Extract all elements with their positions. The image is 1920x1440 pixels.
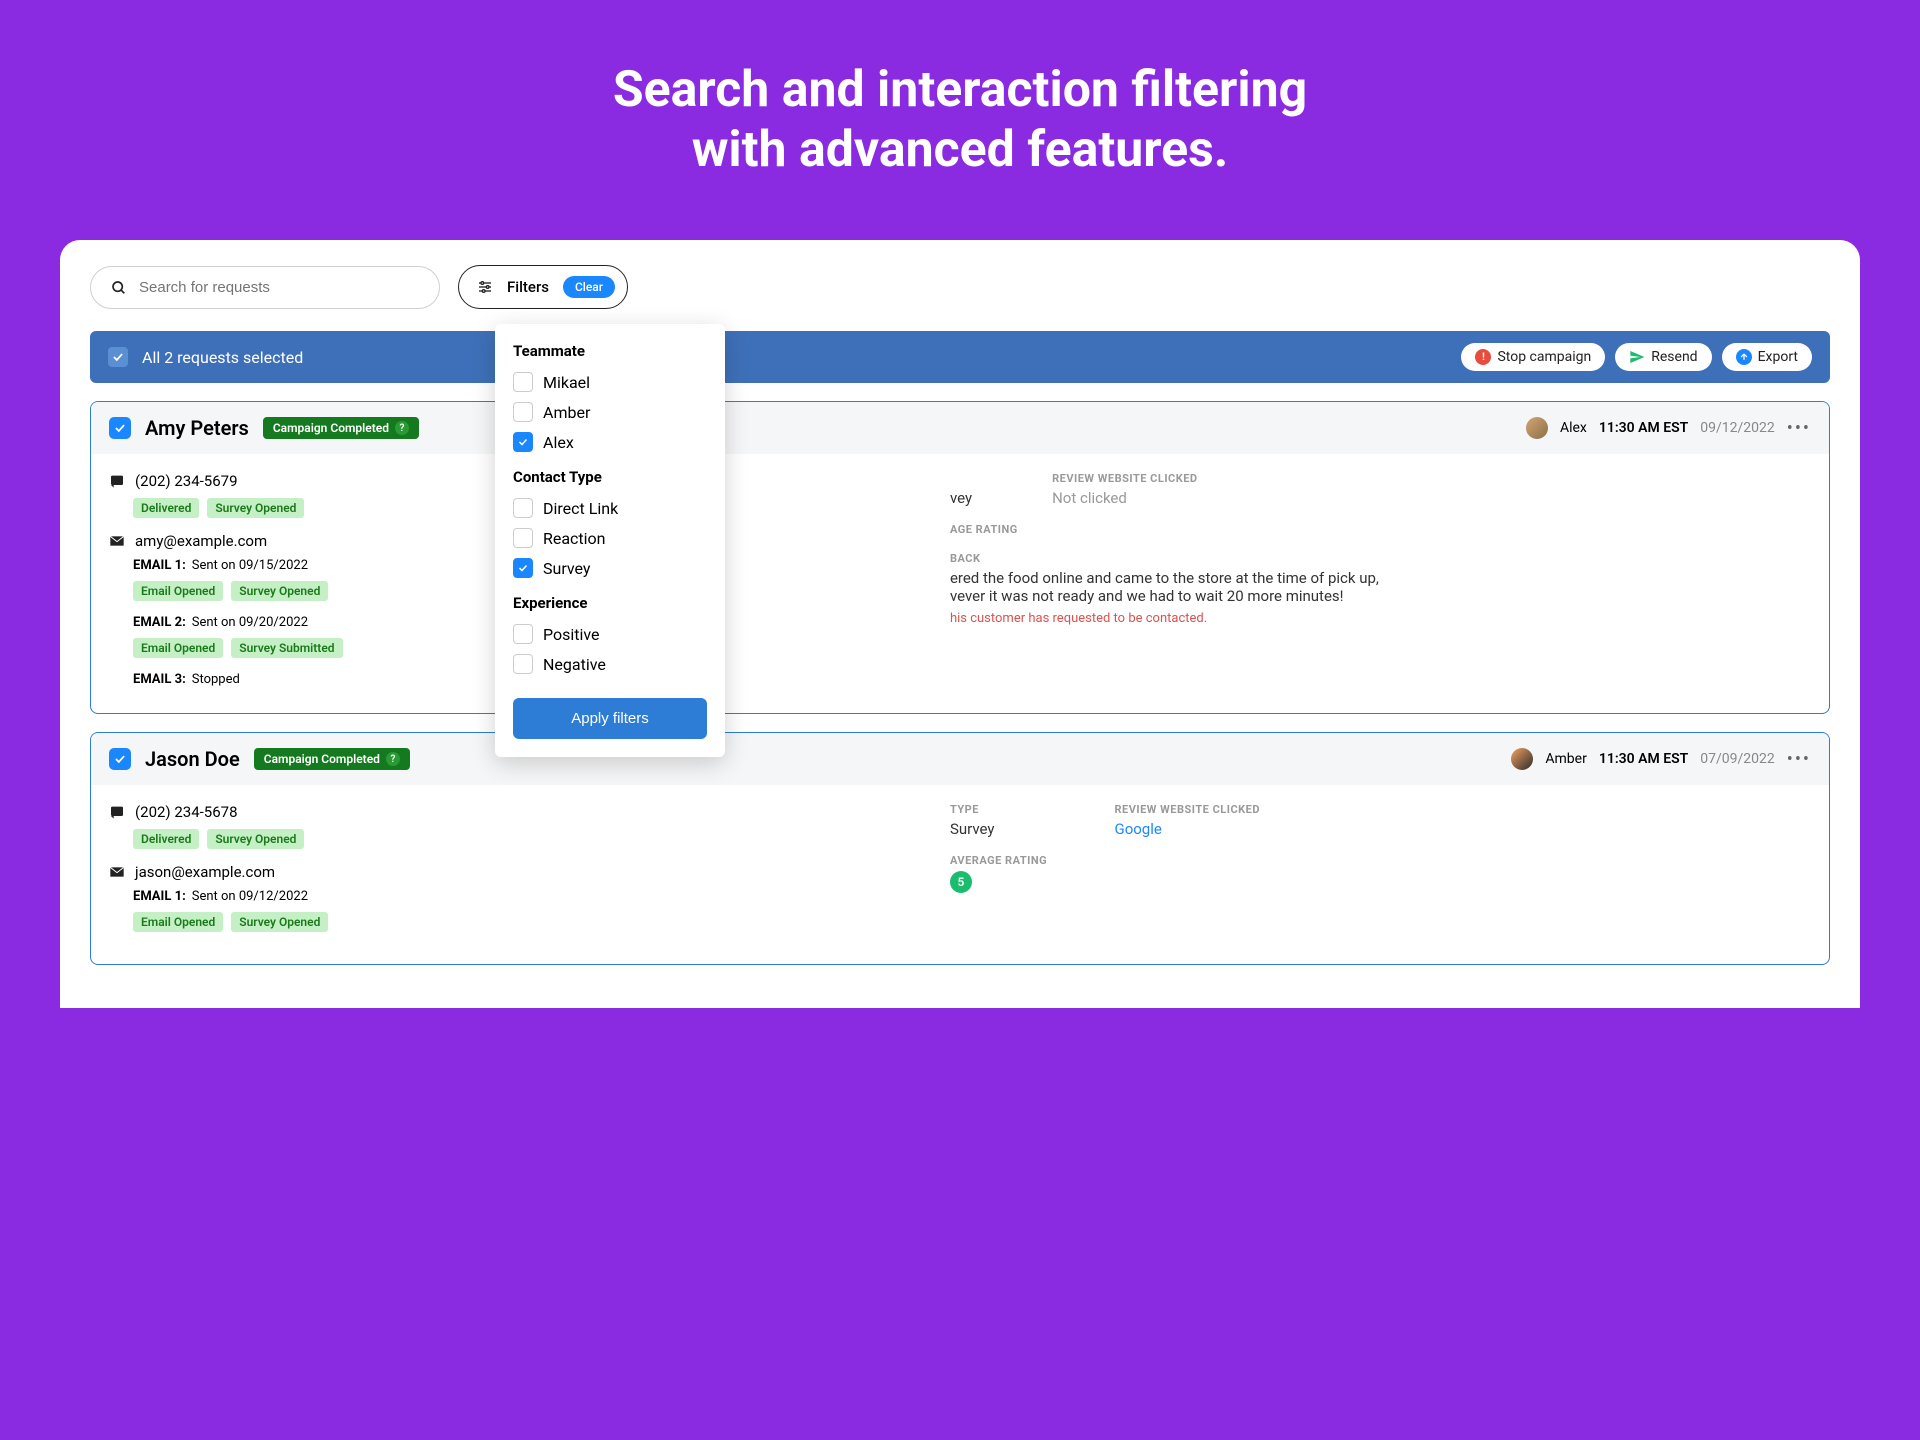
checkbox-icon	[513, 372, 533, 392]
filter-option[interactable]: Positive	[513, 624, 707, 644]
stop-campaign-button[interactable]: ! Stop campaign	[1461, 343, 1605, 371]
filter-group-title: Experience	[513, 594, 707, 612]
filter-option[interactable]: Amber	[513, 402, 707, 422]
contact-warning: his customer has requested to be contact…	[950, 611, 1811, 626]
checkbox-icon	[513, 402, 533, 422]
status-tag: Survey Opened	[231, 912, 328, 932]
field-label: AGE RATING	[950, 523, 1811, 536]
agent-name: Alex	[1560, 420, 1587, 436]
card-more-button[interactable]: •••	[1787, 749, 1811, 770]
select-all-checkbox[interactable]	[108, 347, 128, 367]
type-value: vey	[950, 489, 972, 507]
card-date: 07/09/2022	[1700, 751, 1775, 767]
status-tag: Delivered	[133, 498, 199, 518]
filter-option[interactable]: Negative	[513, 654, 707, 674]
review-value: Not clicked	[1052, 489, 1197, 507]
field-label: BACK	[950, 552, 1811, 565]
filter-option[interactable]: Direct Link	[513, 498, 707, 518]
agent-avatar	[1511, 748, 1533, 770]
rating-badge: 5	[950, 871, 972, 893]
sliders-icon	[477, 279, 493, 295]
agent-name: Amber	[1545, 751, 1586, 767]
email-log-row: EMAIL 1:Sent on 09/12/2022	[133, 889, 926, 904]
checkbox-icon	[513, 528, 533, 548]
email-icon	[109, 533, 125, 549]
status-tag: Email Opened	[133, 638, 223, 658]
card-time: 11:30 AM EST	[1599, 420, 1688, 436]
phone-number: (202) 234-5678	[135, 803, 238, 821]
selection-banner: All 2 requests selected ! Stop campaign …	[90, 331, 1830, 383]
campaign-status-badge: Campaign Completed?	[254, 748, 410, 770]
checkbox-icon	[513, 432, 533, 452]
search-input-wrapper[interactable]	[90, 266, 440, 309]
hero-heading: Search and interaction filtering with ad…	[0, 60, 1920, 180]
status-tag: Delivered	[133, 829, 199, 849]
upload-icon	[1736, 349, 1752, 365]
card-checkbox[interactable]	[109, 417, 131, 439]
status-tag: Survey Opened	[207, 829, 304, 849]
search-input[interactable]	[139, 279, 419, 296]
checkbox-icon	[513, 624, 533, 644]
checkbox-icon	[513, 654, 533, 674]
filter-popup: Teammate Mikael Amber Alex Contact Type …	[495, 324, 725, 757]
send-icon	[1629, 349, 1645, 365]
field-label	[950, 472, 972, 485]
customer-name: Amy Peters	[145, 416, 249, 440]
filters-button[interactable]: Filters Clear	[458, 265, 628, 309]
campaign-status-badge: Campaign Completed?	[263, 417, 419, 439]
resend-button[interactable]: Resend	[1615, 343, 1711, 371]
email-address: amy@example.com	[135, 532, 267, 550]
apply-filters-button[interactable]: Apply filters	[513, 698, 707, 739]
field-label: AVERAGE RATING	[950, 854, 1811, 867]
sms-icon	[109, 473, 125, 489]
help-icon[interactable]: ?	[386, 752, 400, 766]
field-label: TYPE	[950, 803, 995, 816]
sms-icon	[109, 804, 125, 820]
filters-label: Filters	[507, 278, 549, 296]
status-tag: Survey Submitted	[231, 638, 342, 658]
stop-icon: !	[1475, 349, 1491, 365]
clear-filters-chip[interactable]: Clear	[563, 276, 615, 298]
card-more-button[interactable]: •••	[1787, 418, 1811, 439]
customer-name: Jason Doe	[145, 747, 240, 771]
app-window: Filters Clear All 2 requests selected ! …	[60, 240, 1860, 1008]
email-icon	[109, 864, 125, 880]
filter-option[interactable]: Alex	[513, 432, 707, 452]
help-icon[interactable]: ?	[395, 421, 409, 435]
status-tag: Email Opened	[133, 912, 223, 932]
export-button[interactable]: Export	[1722, 343, 1812, 371]
selection-text: All 2 requests selected	[142, 348, 303, 367]
card-time: 11:30 AM EST	[1599, 751, 1688, 767]
request-card: Jason Doe Campaign Completed? Amber 11:3…	[90, 732, 1830, 965]
filter-option[interactable]: Survey	[513, 558, 707, 578]
request-card: Amy Peters Campaign Completed? Alex 11:3…	[90, 401, 1830, 714]
checkbox-icon	[513, 558, 533, 578]
email-address: jason@example.com	[135, 863, 275, 881]
filter-option[interactable]: Mikael	[513, 372, 707, 392]
search-icon	[111, 279, 127, 295]
card-date: 09/12/2022	[1700, 420, 1775, 436]
filter-group-title: Teammate	[513, 342, 707, 360]
feedback-text: ered the food online and came to the sto…	[950, 569, 1811, 605]
field-label: REVIEW WEBSITE CLICKED	[1052, 472, 1197, 485]
phone-number: (202) 234-5679	[135, 472, 238, 490]
type-value: Survey	[950, 820, 995, 838]
status-tag: Survey Opened	[231, 581, 328, 601]
field-label: REVIEW WEBSITE CLICKED	[1114, 803, 1259, 816]
status-tag: Email Opened	[133, 581, 223, 601]
filter-option[interactable]: Reaction	[513, 528, 707, 548]
status-tag: Survey Opened	[207, 498, 304, 518]
card-checkbox[interactable]	[109, 748, 131, 770]
agent-avatar	[1526, 417, 1548, 439]
filter-group-title: Contact Type	[513, 468, 707, 486]
review-link[interactable]: Google	[1114, 820, 1259, 838]
checkbox-icon	[513, 498, 533, 518]
